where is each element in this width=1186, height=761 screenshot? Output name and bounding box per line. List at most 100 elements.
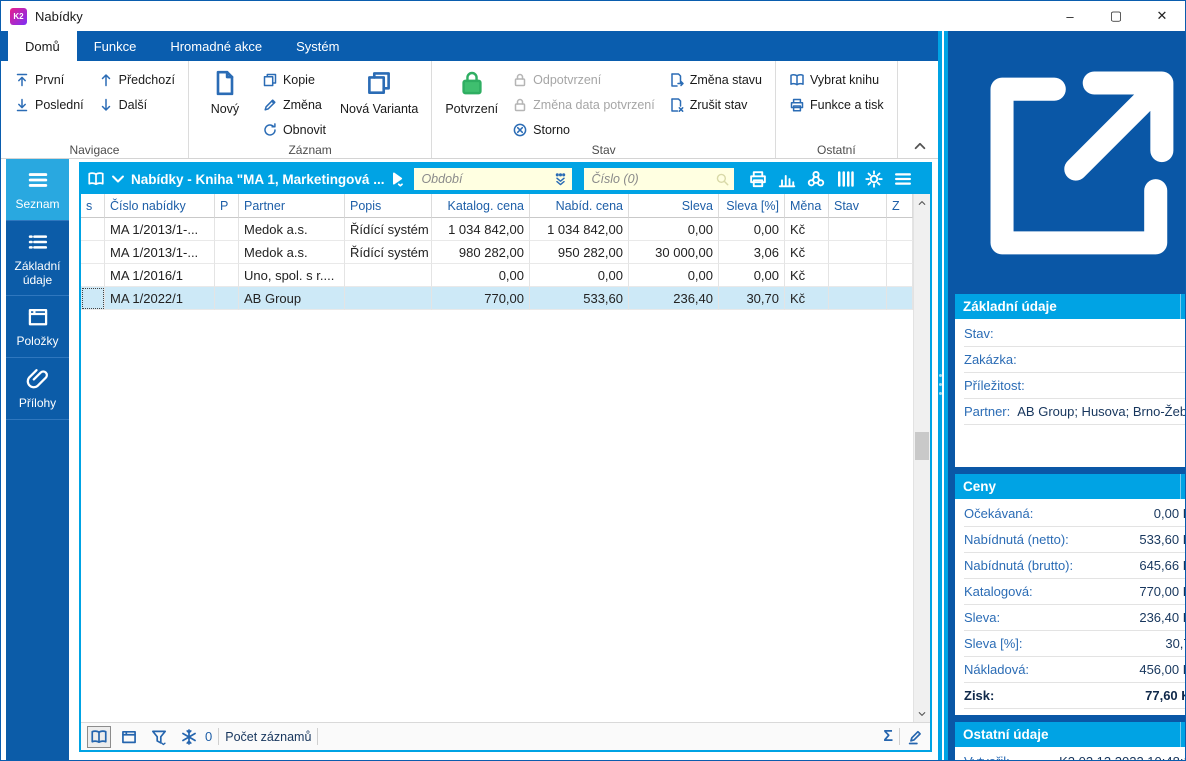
chevron-down-icon[interactable] — [109, 170, 127, 188]
columns-icon[interactable] — [835, 169, 855, 189]
table-cell[interactable]: Kč — [785, 241, 829, 264]
table-cell[interactable] — [215, 241, 239, 264]
table-cell[interactable] — [345, 287, 432, 310]
splitter-handle[interactable] — [938, 373, 942, 395]
ribbon-tab-1[interactable]: Domů — [8, 31, 77, 61]
table-cell[interactable]: 980 282,00 — [432, 241, 530, 264]
sidebar-item-4[interactable]: Přílohy — [6, 358, 69, 420]
column-header-3[interactable]: P — [215, 194, 239, 218]
table-cell[interactable]: 1 034 842,00 — [530, 218, 629, 241]
ribbon-button[interactable]: Kopie — [257, 68, 331, 92]
scroll-down-arrow[interactable] — [914, 705, 930, 722]
table-cell[interactable]: 950 282,00 — [530, 241, 629, 264]
table-cell[interactable]: Kč — [785, 264, 829, 287]
ribbon-button[interactable]: Další — [93, 93, 180, 117]
table-row-1[interactable]: MA 1/2013/1-... Medok a.s. Řídící systém 1 … — [81, 218, 913, 241]
ribbon-button[interactable]: Poslední — [9, 93, 89, 117]
column-header-1[interactable]: s — [81, 194, 105, 218]
scroll-up-arrow[interactable] — [914, 194, 930, 211]
table-cell[interactable] — [829, 218, 887, 241]
archive-view-toggle[interactable] — [117, 726, 141, 748]
ribbon-button[interactable]: První — [9, 68, 89, 92]
sidebar-item-1[interactable]: Seznam — [6, 159, 69, 221]
ribbon-button[interactable]: Změna stavu — [664, 68, 767, 92]
table-cell[interactable] — [345, 264, 432, 287]
table-cell[interactable]: AB Group — [239, 287, 345, 310]
book-view-toggle[interactable] — [87, 725, 111, 748]
table-cell[interactable]: MA 1/2022/1 — [105, 287, 215, 310]
ribbon-button[interactable]: Obnovit — [257, 118, 331, 142]
table-cell[interactable]: Medok a.s. — [239, 241, 345, 264]
section-header[interactable]: Ceny — [955, 473, 1185, 499]
table-cell[interactable]: Řídící systém — [345, 241, 432, 264]
table-cell[interactable]: 236,40 — [629, 287, 719, 310]
column-header-8[interactable]: Sleva — [629, 194, 719, 218]
table-cell[interactable] — [887, 287, 913, 310]
table-cell[interactable]: 0,00 — [432, 264, 530, 287]
table-cell[interactable]: Uno, spol. s r.... — [239, 264, 345, 287]
section-header[interactable]: Základní údaje — [955, 293, 1185, 319]
table-cell[interactable] — [215, 264, 239, 287]
column-header-12[interactable]: Z — [887, 194, 913, 218]
column-header-10[interactable]: Měna — [785, 194, 829, 218]
panel-splitter[interactable] — [938, 31, 948, 760]
maximize-button[interactable]: ▢ — [1093, 1, 1139, 31]
book-icon[interactable] — [87, 170, 105, 188]
ribbon-button[interactable]: Vybrat knihu — [784, 68, 889, 92]
hamburger-menu-icon[interactable] — [893, 169, 913, 189]
table-cell[interactable]: 0,00 — [530, 264, 629, 287]
table-cell[interactable]: Medok a.s. — [239, 218, 345, 241]
table-cell[interactable] — [887, 218, 913, 241]
ribbon-tab-3[interactable]: Hromadné akce — [153, 31, 279, 61]
gear-icon[interactable] — [864, 169, 884, 189]
sidebar-item-3[interactable]: Položky — [6, 296, 69, 359]
ribbon-button[interactable]: Funkce a tisk — [784, 93, 889, 117]
sum-icon[interactable]: Σ — [883, 728, 893, 745]
collapse-chevron-icon[interactable] — [1179, 721, 1185, 747]
collapse-chevron-icon[interactable] — [1179, 473, 1185, 499]
sidebar-item-2[interactable]: Základní údaje — [6, 221, 69, 297]
table-cell[interactable] — [215, 218, 239, 241]
minimize-button[interactable]: – — [1047, 1, 1093, 31]
table-row-4[interactable]: MA 1/2022/1 AB Group 770,00 533,60 236,40 30,… — [81, 287, 913, 310]
table-row-3[interactable]: MA 1/2016/1 Uno, spol. s r.... 0,00 0,00 0,0… — [81, 264, 913, 287]
table-cell[interactable] — [81, 287, 105, 310]
column-header-9[interactable]: Sleva [%] — [719, 194, 785, 218]
table-cell[interactable]: 3,06 — [719, 241, 785, 264]
table-cell[interactable] — [887, 264, 913, 287]
table-cell[interactable]: MA 1/2013/1-... — [105, 218, 215, 241]
table-cell[interactable] — [829, 241, 887, 264]
table-cell[interactable]: 1 034 842,00 — [432, 218, 530, 241]
table-row-2[interactable]: MA 1/2013/1-... Medok a.s. Řídící systém 98… — [81, 241, 913, 264]
close-button[interactable]: ✕ — [1139, 1, 1185, 31]
book-title[interactable]: Nabídky - Kniha "MA 1, Marketingová ... — [131, 172, 384, 187]
column-header-11[interactable]: Stav — [829, 194, 887, 218]
ribbon-button[interactable]: Změna — [257, 93, 331, 117]
table-cell[interactable]: 0,00 — [629, 264, 719, 287]
table-cell[interactable] — [215, 287, 239, 310]
table-cell[interactable] — [829, 264, 887, 287]
vertical-scrollbar[interactable] — [913, 194, 930, 722]
workflow-icon[interactable] — [806, 169, 826, 189]
table-cell[interactable] — [81, 218, 105, 241]
table-cell[interactable]: Kč — [785, 287, 829, 310]
ribbon-collapse-icon[interactable] — [912, 138, 928, 154]
table-cell[interactable] — [887, 241, 913, 264]
ribbon-button[interactable]: Změna data potvrzení — [507, 93, 660, 117]
table-cell[interactable] — [829, 287, 887, 310]
table-cell[interactable]: 30,70 — [719, 287, 785, 310]
table-cell[interactable]: MA 1/2013/1-... — [105, 241, 215, 264]
table-cell[interactable]: 0,00 — [719, 264, 785, 287]
open-in-window-icon[interactable] — [959, 40, 1185, 286]
freeze-button[interactable] — [177, 726, 201, 748]
table-cell[interactable]: Kč — [785, 218, 829, 241]
table-cell[interactable]: 770,00 — [432, 287, 530, 310]
table-cell[interactable]: 533,60 — [530, 287, 629, 310]
column-header-2[interactable]: Číslo nabídky — [105, 194, 215, 218]
ribbon-button[interactable]: Nový — [197, 66, 253, 119]
table-cell[interactable]: Řídící systém — [345, 218, 432, 241]
table-cell[interactable] — [81, 241, 105, 264]
column-header-4[interactable]: Partner — [239, 194, 345, 218]
ribbon-tab-4[interactable]: Systém — [279, 31, 356, 61]
column-header-5[interactable]: Popis — [345, 194, 432, 218]
